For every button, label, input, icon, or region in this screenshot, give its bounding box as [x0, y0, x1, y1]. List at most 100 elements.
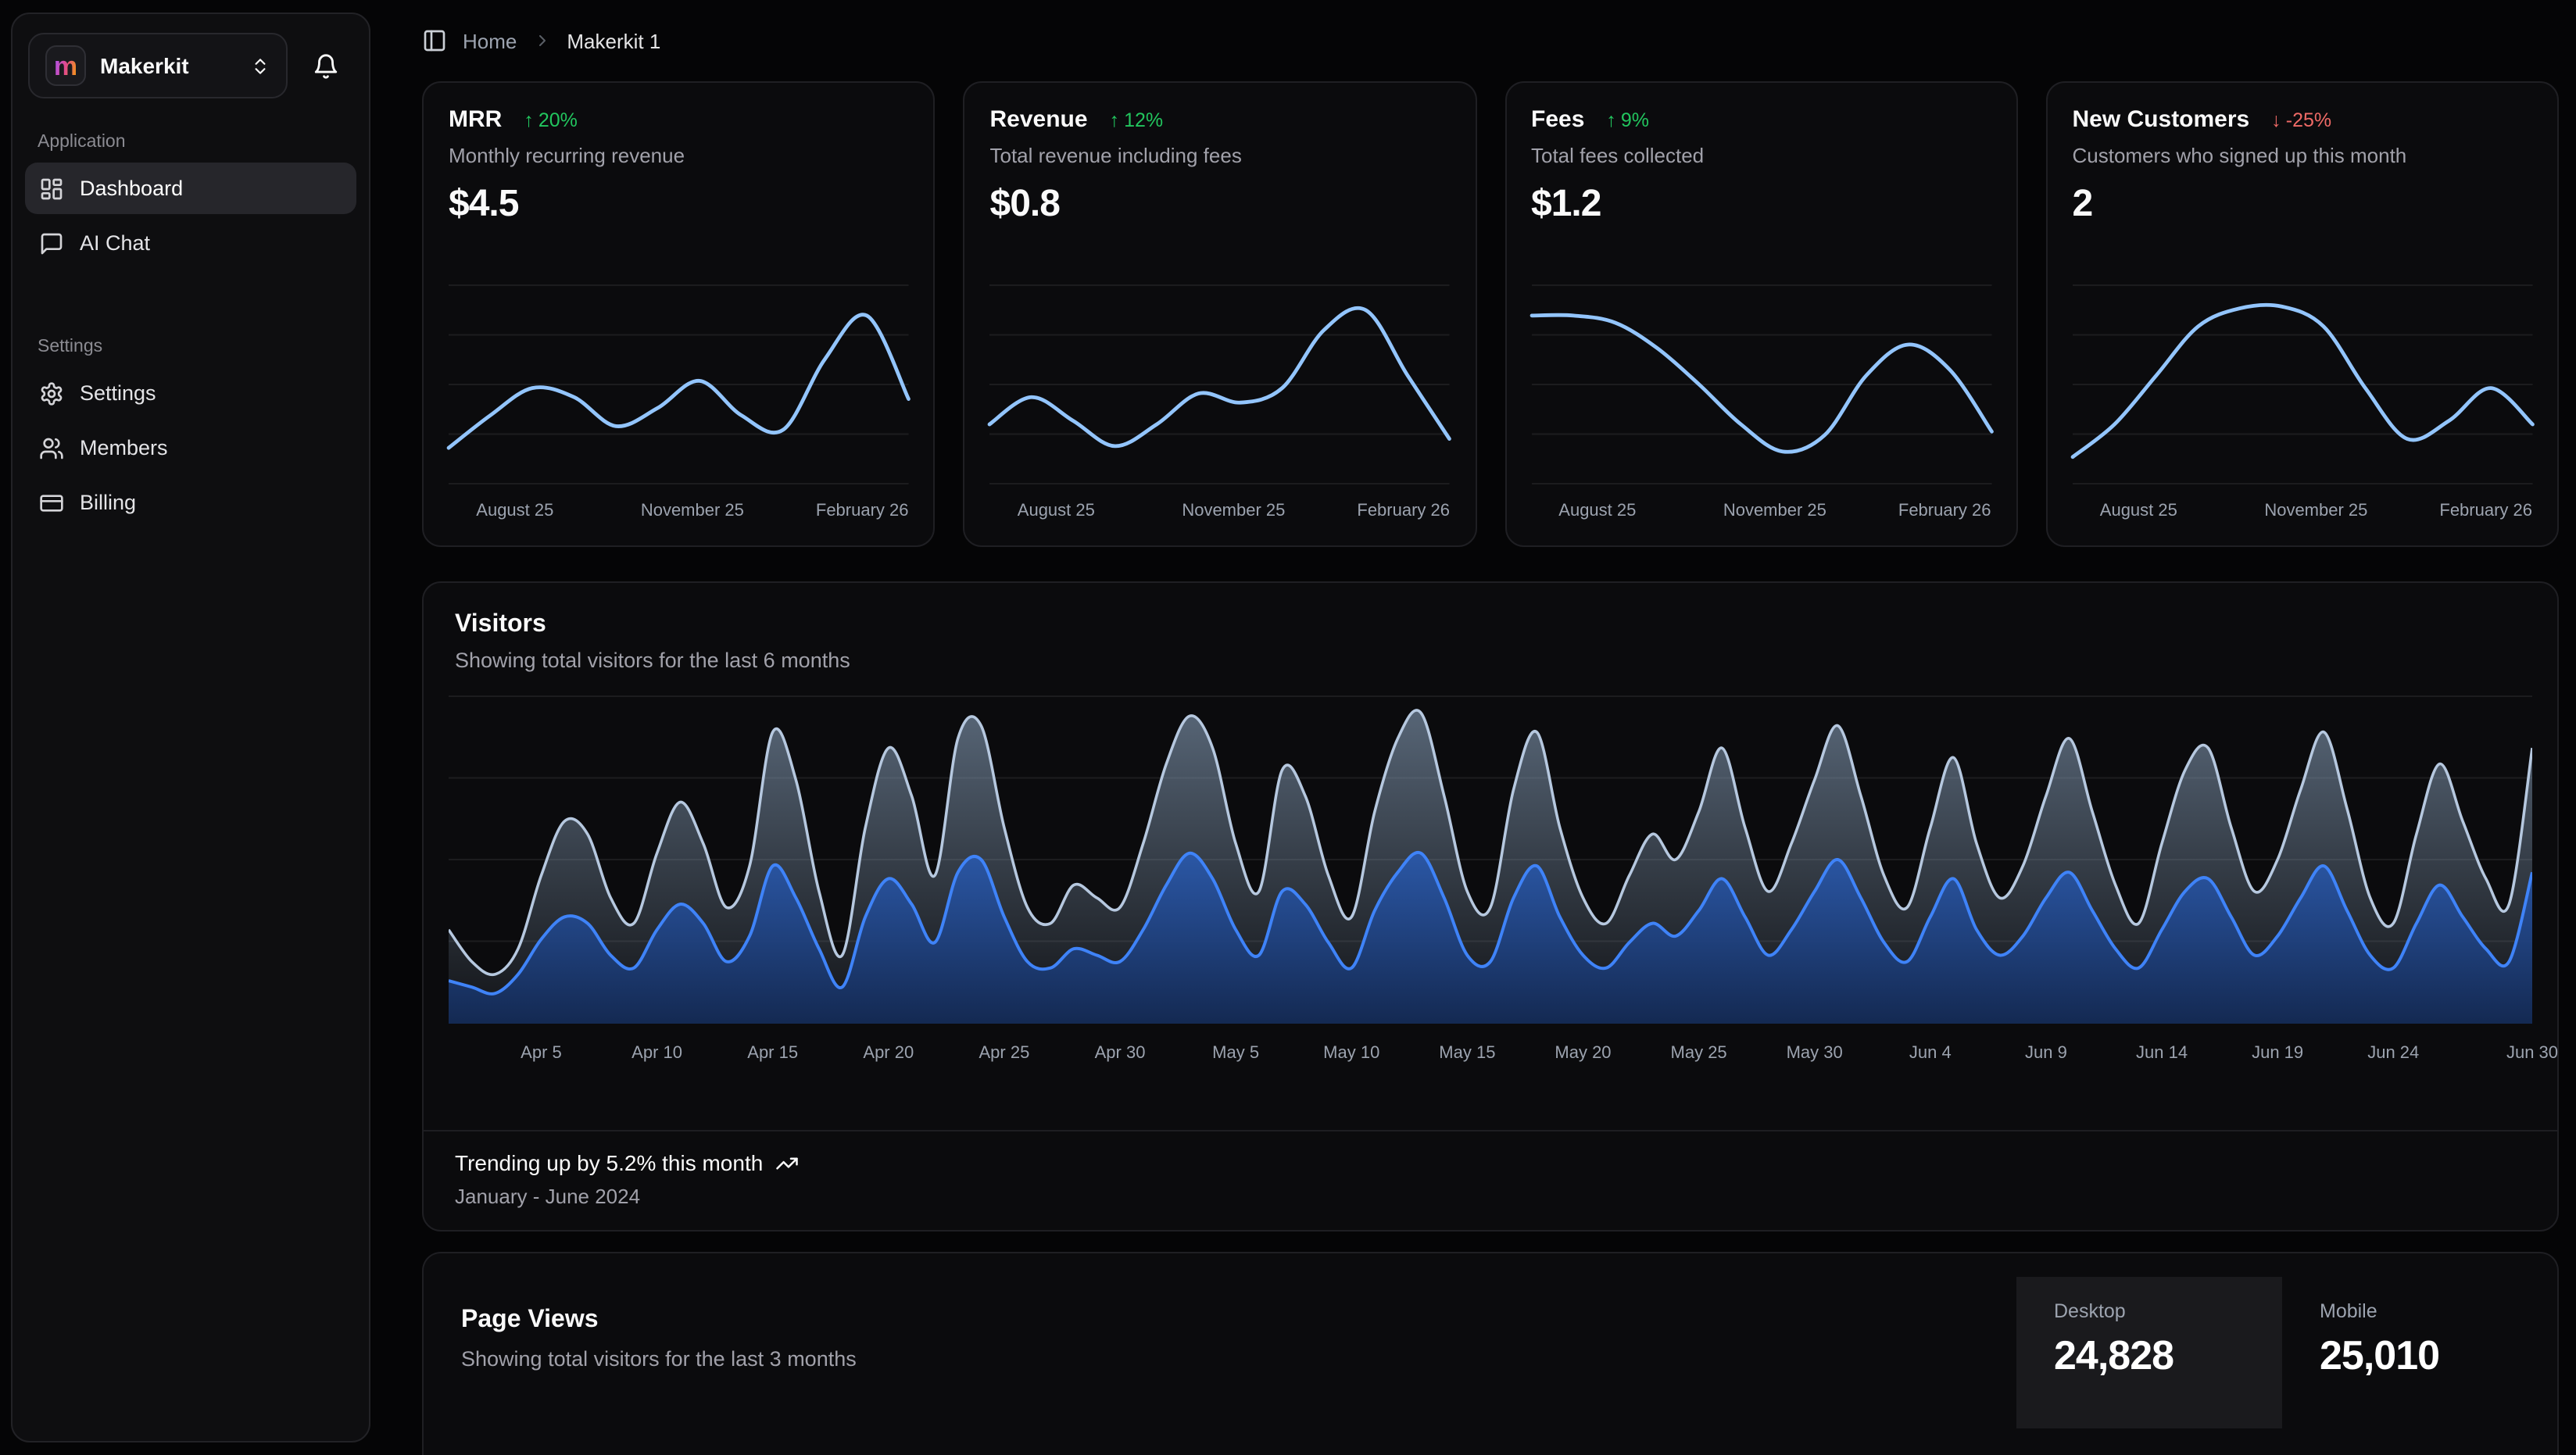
arrow-up-icon: ↑ [524, 109, 534, 130]
chevron-right-icon [532, 31, 551, 50]
visitors-area-chart: Apr 5Apr 10Apr 15Apr 20Apr 25Apr 30May 5… [449, 695, 2532, 1071]
x-tick: August 25 [2100, 502, 2177, 520]
x-tick: February 26 [816, 502, 909, 520]
x-tick: Jun 9 [2025, 1044, 2067, 1063]
sidebar-item-label: Dashboard [80, 177, 183, 200]
sidebar-item-dashboard[interactable]: Dashboard [25, 163, 356, 214]
trend-badge: ↓ -25% [2271, 109, 2331, 130]
sparkline-chart: August 25 November 25 February 26 [1531, 284, 1991, 527]
x-tick: Apr 30 [1095, 1044, 1146, 1063]
sidebar-item-billing[interactable]: Billing [25, 477, 356, 528]
arrow-down-icon: ↓ [2271, 109, 2281, 130]
page-views-title: Page Views [461, 1307, 1979, 1335]
x-tick: May 15 [1439, 1044, 1495, 1063]
sparkline-chart: August 25 November 25 February 26 [990, 284, 1451, 527]
toggle-value: 24,828 [2054, 1332, 2245, 1380]
sparkline-chart: August 25 November 25 February 26 [2073, 284, 2533, 527]
stat-value: $4.5 [449, 183, 909, 227]
makerkit-logo: m [45, 45, 86, 86]
x-tick: Jun 24 [2367, 1044, 2419, 1063]
visitors-card: Visitors Showing total visitors for the … [422, 581, 2559, 1232]
sidebar-item-settings[interactable]: Settings [25, 367, 356, 419]
trend-badge: ↑ 12% [1110, 109, 1164, 130]
x-tick: August 25 [1018, 502, 1095, 520]
sidebar-item-label: AI Chat [80, 231, 150, 255]
visitors-subtitle: Showing total visitors for the last 6 mo… [455, 649, 2526, 672]
x-tick: Apr 25 [979, 1044, 1029, 1063]
stat-title: New Customers [2073, 106, 2250, 133]
sidebar-item-members[interactable]: Members [25, 422, 356, 474]
sparkline-x-axis: August 25 November 25 February 26 [2073, 499, 2533, 527]
main-content: Home Makerkit 1 MRR ↑ 20% Monthly recurr… [370, 0, 2576, 1447]
x-tick: Apr 10 [631, 1044, 682, 1063]
x-tick: May 5 [1212, 1044, 1259, 1063]
trend-value: 9% [1621, 109, 1649, 130]
stat-subtitle: Customers who signed up this month [2073, 144, 2533, 167]
trend-value: 20% [538, 109, 578, 130]
stat-title: Revenue [990, 106, 1088, 133]
toggle-value: 25,010 [2320, 1332, 2510, 1380]
x-tick: Jun 19 [2252, 1044, 2303, 1063]
trend-value: -25% [2286, 109, 2331, 130]
visitors-x-axis: Apr 5Apr 10Apr 15Apr 20Apr 25Apr 30May 5… [449, 1039, 2532, 1071]
nav-spacer [25, 272, 356, 313]
page-views-toggles: Desktop 24,828 Mobile 25,010 [2016, 1277, 2548, 1455]
x-tick: Jun 4 [1909, 1044, 1952, 1063]
trend-badge: ↑ 9% [1606, 109, 1649, 130]
sidebar: m Makerkit Application Dashboard [11, 13, 370, 1442]
stat-title: MRR [449, 106, 502, 133]
visitors-date-range: January - June 2024 [455, 1185, 2526, 1208]
x-tick: May 10 [1323, 1044, 1379, 1063]
x-tick: August 25 [1558, 502, 1636, 520]
visitors-title: Visitors [455, 611, 2526, 639]
trend-badge: ↑ 20% [524, 109, 578, 130]
workspace-name: Makerkit [100, 53, 236, 78]
toggle-mobile[interactable]: Mobile 25,010 [2282, 1277, 2548, 1428]
visitors-footer: Trending up by 5.2% this month January -… [424, 1130, 2557, 1230]
x-tick: February 26 [1898, 502, 1991, 520]
nav-section-label: Settings [25, 338, 356, 356]
toggle-desktop[interactable]: Desktop 24,828 [2016, 1277, 2282, 1428]
x-tick: November 25 [641, 502, 744, 520]
toggle-label: Mobile [2320, 1300, 2510, 1322]
breadcrumb-home[interactable]: Home [463, 29, 517, 52]
nav-section-label: Application [25, 133, 356, 152]
arrow-up-icon: ↑ [1606, 109, 1616, 130]
x-tick: August 25 [476, 502, 553, 520]
breadcrumb-current: Makerkit 1 [567, 29, 660, 52]
x-tick: May 25 [1671, 1044, 1727, 1063]
x-tick: February 26 [1357, 502, 1450, 520]
stat-subtitle: Total revenue including fees [990, 144, 1451, 167]
x-tick: Apr 5 [521, 1044, 562, 1063]
sidebar-toggle-button[interactable] [422, 28, 447, 53]
sidebar-nav: Application Dashboard AI Chat Settings S [25, 108, 356, 531]
x-tick: November 25 [1182, 502, 1285, 520]
page-views-card: Page Views Showing total visitors for th… [422, 1252, 2559, 1455]
stat-subtitle: Total fees collected [1531, 144, 1991, 167]
sparkline-x-axis: August 25 November 25 February 26 [990, 499, 1451, 527]
stat-card-revenue: Revenue ↑ 12% Total revenue including fe… [964, 81, 1477, 547]
stat-title: Fees [1531, 106, 1584, 133]
stat-card-fees: Fees ↑ 9% Total fees collected $1.2 Augu… [1504, 81, 2018, 547]
x-tick: November 25 [2264, 502, 2367, 520]
notifications-button[interactable] [297, 38, 353, 94]
x-tick: February 26 [2439, 502, 2532, 520]
dashboard-icon [39, 176, 64, 201]
chevrons-up-down-icon [250, 55, 270, 76]
sparkline-x-axis: August 25 November 25 February 26 [1531, 499, 1991, 527]
logo-letter: m [54, 52, 77, 79]
users-icon [39, 435, 64, 460]
stat-value: $1.2 [1531, 183, 1991, 227]
stat-cards-row: MRR ↑ 20% Monthly recurring revenue $4.5… [422, 81, 2559, 547]
workspace-selector[interactable]: m Makerkit [28, 33, 288, 98]
visitors-trend-text: Trending up by 5.2% this month [455, 1150, 763, 1175]
sidebar-item-ai-chat[interactable]: AI Chat [25, 217, 356, 269]
sparkline-x-axis: August 25 November 25 February 26 [449, 499, 909, 527]
sidebar-item-label: Members [80, 436, 168, 459]
toggle-label: Desktop [2054, 1300, 2245, 1322]
app-root: m Makerkit Application Dashboard [0, 0, 2576, 1447]
x-tick: Jun 30 [2506, 1044, 2558, 1063]
message-square-icon [39, 231, 64, 256]
trending-up-icon [775, 1151, 799, 1174]
stat-card-new-customers: New Customers ↓ -25% Customers who signe… [2046, 81, 2560, 547]
